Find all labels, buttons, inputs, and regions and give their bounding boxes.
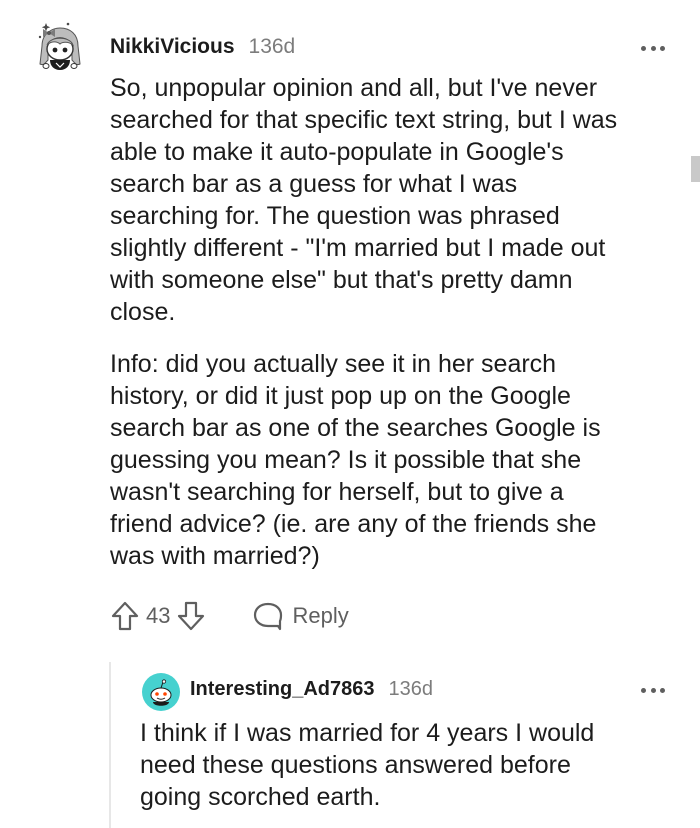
scrollbar-thumb[interactable] bbox=[691, 156, 700, 182]
snoo-avatar-icon bbox=[38, 22, 81, 70]
comment: NikkiVicious 136d So, unpopular opinion … bbox=[0, 0, 700, 660]
more-dots-icon bbox=[641, 45, 646, 51]
comment-meta: Interesting_Ad7863 136d bbox=[190, 678, 433, 701]
username[interactable]: Interesting_Ad7863 bbox=[190, 678, 375, 701]
comment-age: 136d bbox=[388, 678, 434, 700]
comment-paragraph: So, unpopular opinion and all, but I've … bbox=[110, 74, 618, 326]
comment-actions: 43 Reply bbox=[110, 598, 349, 634]
comment-paragraph: Info: did you actually see it in her sea… bbox=[110, 350, 601, 570]
comment-paragraph: I think if I was married for 4 years I w… bbox=[140, 719, 595, 811]
comment-age: 136d bbox=[248, 35, 296, 58]
comment-body: So, unpopular opinion and all, but I've … bbox=[110, 72, 690, 572]
more-options-button[interactable] bbox=[641, 683, 665, 697]
comment-body: I think if I was married for 4 years I w… bbox=[140, 717, 680, 813]
arrow-down-icon[interactable] bbox=[176, 600, 206, 632]
reply-button[interactable]: Reply bbox=[252, 601, 349, 631]
comment-meta: NikkiVicious 136d bbox=[110, 35, 295, 59]
default-snoo-avatar-icon bbox=[142, 673, 180, 711]
vote-count: 43 bbox=[146, 603, 171, 628]
user-avatar[interactable] bbox=[142, 673, 180, 711]
user-avatar[interactable] bbox=[32, 20, 88, 76]
speech-bubble-icon bbox=[254, 602, 283, 631]
arrow-up-icon[interactable] bbox=[110, 600, 140, 632]
more-dots-icon bbox=[641, 687, 646, 693]
username[interactable]: NikkiVicious bbox=[110, 35, 235, 59]
reply-comment: Interesting_Ad7863 136d I think if I was… bbox=[0, 660, 700, 828]
reply-label: Reply bbox=[292, 603, 349, 628]
more-options-button[interactable] bbox=[641, 41, 665, 55]
